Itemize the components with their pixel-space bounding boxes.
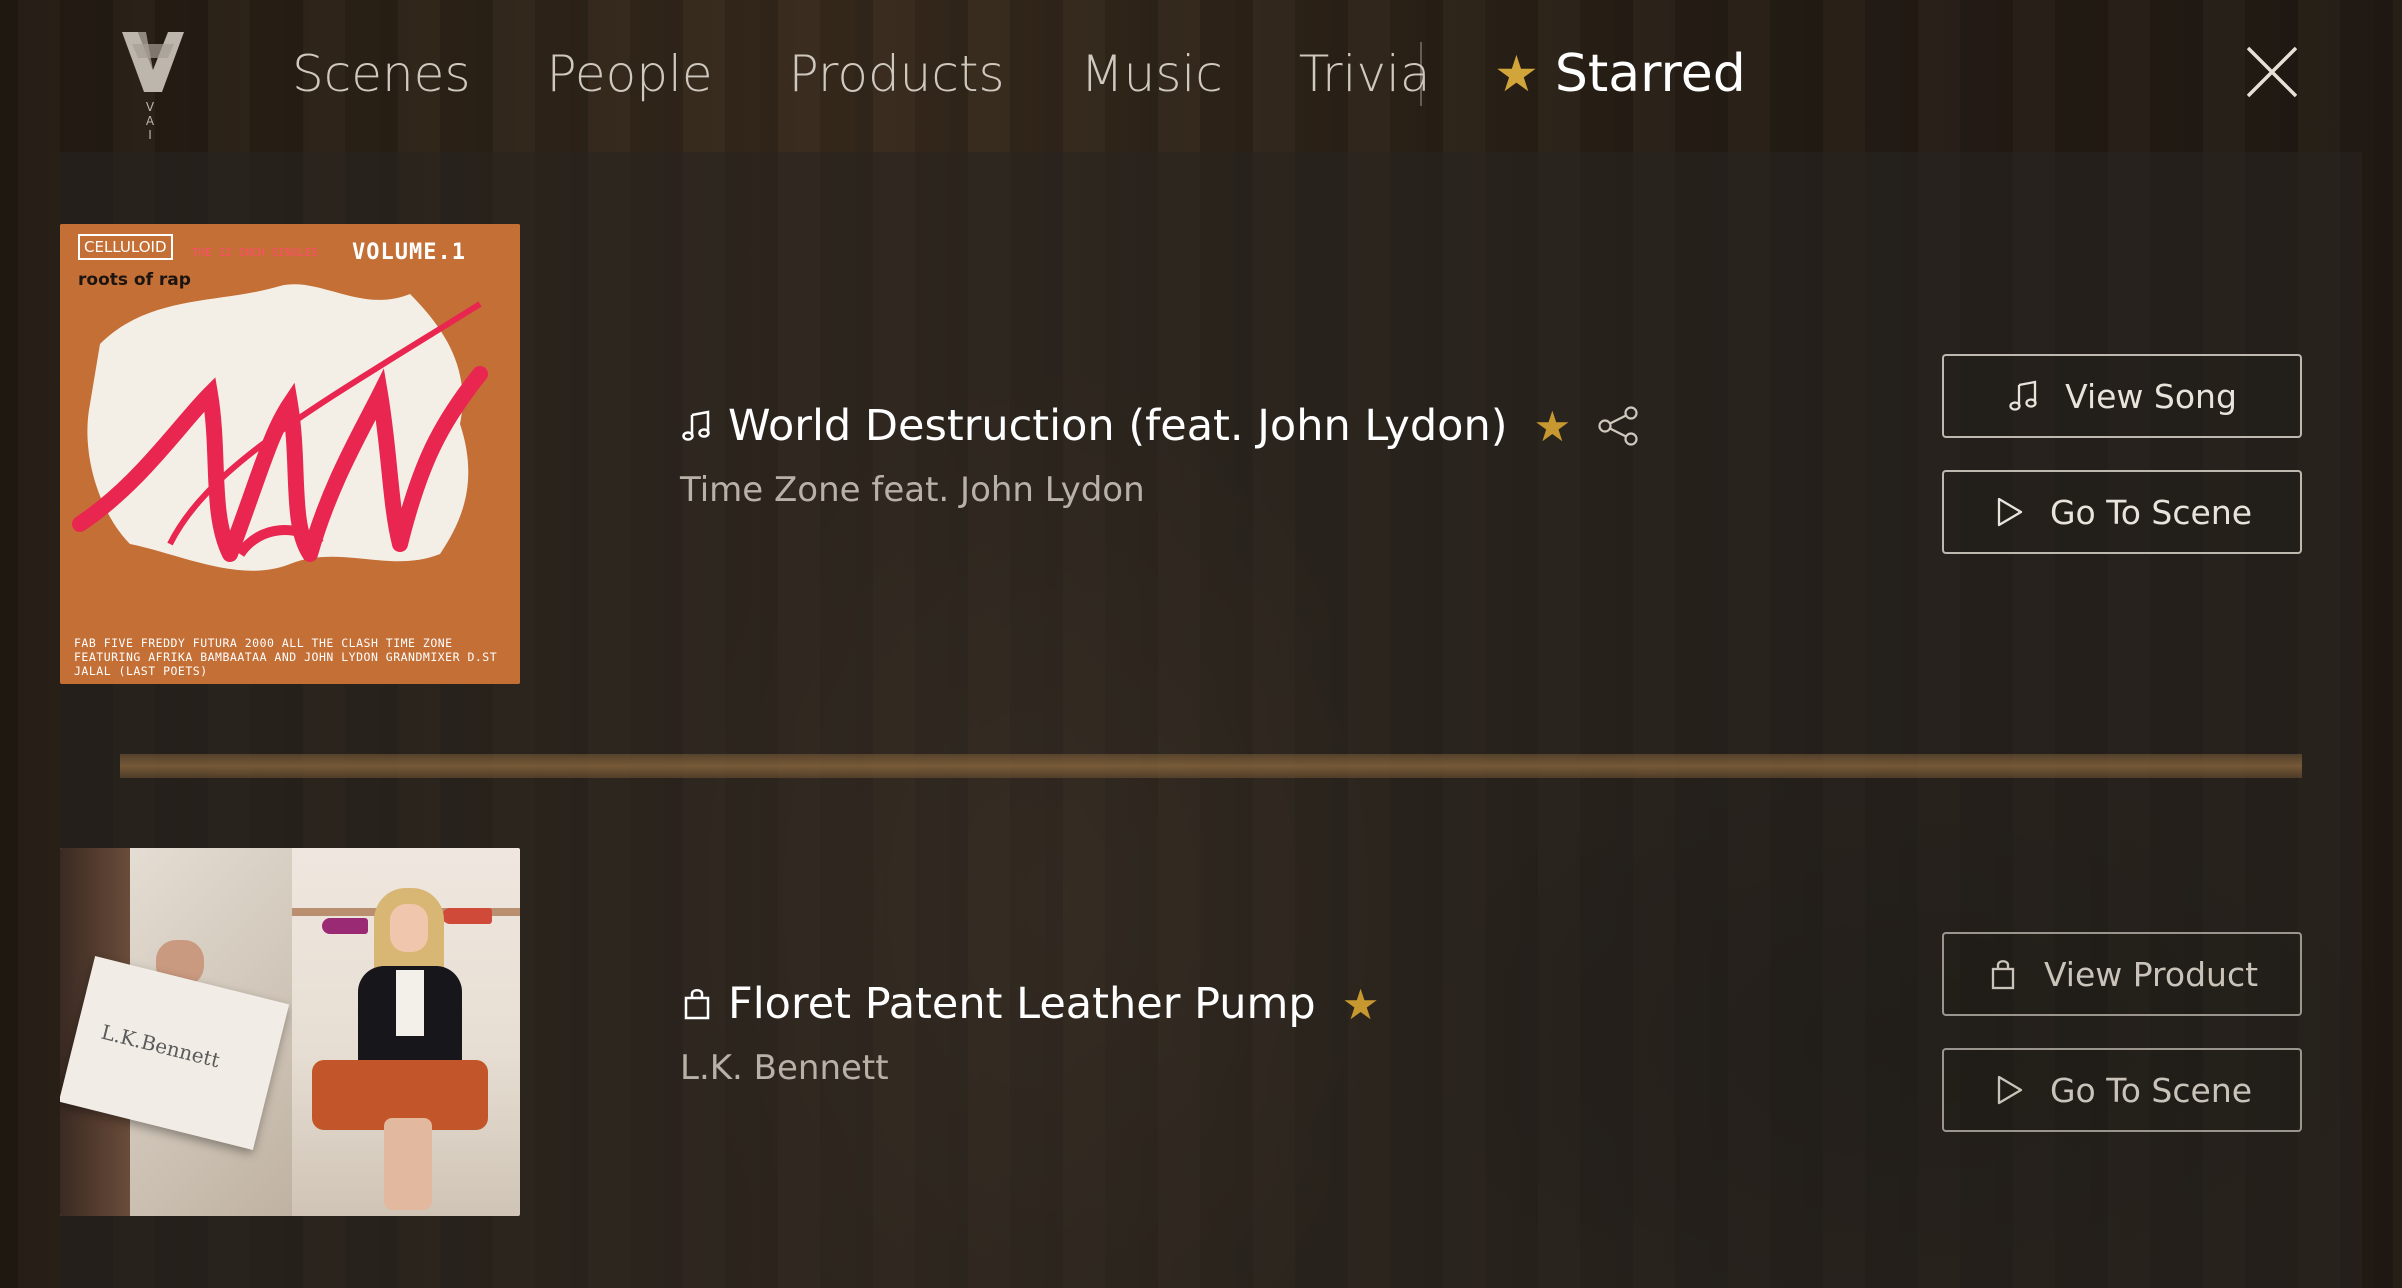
shopping-bag-icon bbox=[1986, 957, 2020, 991]
photo-shoe bbox=[322, 918, 368, 934]
item-title-row: World Destruction (feat. John Lydon) ★ bbox=[680, 396, 1641, 456]
play-icon bbox=[1992, 495, 2026, 529]
star-toggle-icon[interactable]: ★ bbox=[1534, 402, 1572, 451]
album-credits: FAB FIVE FREDDY FUTURA 2000 ALL THE CLAS… bbox=[74, 636, 498, 678]
album-art-graphic bbox=[60, 224, 520, 684]
starred-item-song: CELLULOID THE 12 INCH SINGLES VOLUME.1 r… bbox=[60, 224, 2302, 684]
top-nav-bar: V A I Scenes People Products Music Trivi… bbox=[0, 0, 2402, 150]
nav-divider bbox=[1420, 42, 1422, 106]
star-toggle-icon[interactable]: ★ bbox=[1342, 980, 1380, 1029]
close-icon bbox=[2246, 46, 2298, 98]
shopping-bag-icon bbox=[680, 987, 714, 1021]
album-label-badge: CELLULOID bbox=[78, 234, 173, 260]
go-to-scene-label: Go To Scene bbox=[2049, 1070, 2253, 1110]
item-separator bbox=[120, 754, 2302, 778]
photo-shoebox-scene: L.K.Bennett bbox=[60, 848, 292, 1216]
photo-seated-woman bbox=[292, 848, 520, 1216]
go-to-scene-label: Go To Scene bbox=[2049, 492, 2253, 532]
music-note-icon bbox=[680, 409, 714, 443]
photo-legs bbox=[384, 1118, 432, 1210]
tab-trivia[interactable]: Trivia bbox=[1299, 45, 1431, 103]
album-small-text: THE 12 INCH SINGLES bbox=[192, 246, 318, 259]
tab-scenes[interactable]: Scenes bbox=[292, 45, 471, 103]
logo-mark-icon bbox=[122, 32, 184, 92]
photo-shoe bbox=[442, 908, 492, 924]
song-title[interactable]: World Destruction (feat. John Lydon) bbox=[728, 401, 1508, 451]
star-icon: ★ bbox=[1494, 45, 1539, 103]
nav-tabs: Scenes People Products Music Trivia bbox=[292, 42, 1507, 106]
logo-letters: V A I bbox=[145, 100, 171, 142]
view-product-button[interactable]: View Product bbox=[1942, 932, 2302, 1016]
tab-starred[interactable]: ★ Starred bbox=[1494, 42, 1746, 106]
close-button[interactable] bbox=[2244, 44, 2300, 100]
product-photo: L.K.Bennett bbox=[60, 848, 520, 1216]
photo-shirt bbox=[396, 970, 424, 1036]
album-roots-text: roots of rap bbox=[78, 270, 191, 290]
product-title[interactable]: Floret Patent Leather Pump bbox=[728, 979, 1316, 1029]
music-note-icon bbox=[2007, 379, 2041, 413]
go-to-scene-button[interactable]: Go To Scene bbox=[1942, 1048, 2302, 1132]
starred-item-product: L.K.Bennett Floret Patent Leather Pump ★… bbox=[60, 848, 2302, 1216]
photo-face bbox=[390, 904, 428, 952]
view-product-label: View Product bbox=[2043, 954, 2259, 994]
product-brand: L.K. Bennett bbox=[680, 1048, 889, 1088]
app-logo[interactable]: V A I bbox=[118, 30, 188, 142]
song-artist: Time Zone feat. John Lydon bbox=[680, 470, 1145, 510]
tab-products[interactable]: Products bbox=[789, 45, 1005, 103]
item-info: Floret Patent Leather Pump ★ L.K. Bennet… bbox=[680, 974, 1379, 1088]
tab-music[interactable]: Music bbox=[1081, 45, 1223, 103]
album-volume: VOLUME.1 bbox=[352, 240, 466, 265]
item-title-row: Floret Patent Leather Pump ★ bbox=[680, 974, 1379, 1034]
item-info: World Destruction (feat. John Lydon) ★ T… bbox=[680, 396, 1641, 510]
view-song-label: View Song bbox=[2065, 376, 2237, 416]
view-song-button[interactable]: View Song bbox=[1942, 354, 2302, 438]
tab-starred-label: Starred bbox=[1554, 44, 1746, 104]
tab-people[interactable]: People bbox=[547, 45, 713, 103]
album-art-thumbnail[interactable]: CELLULOID THE 12 INCH SINGLES VOLUME.1 r… bbox=[60, 224, 520, 684]
go-to-scene-button[interactable]: Go To Scene bbox=[1942, 470, 2302, 554]
share-icon[interactable] bbox=[1595, 403, 1641, 449]
product-thumbnail[interactable]: L.K.Bennett bbox=[60, 848, 520, 1216]
album-cover: CELLULOID THE 12 INCH SINGLES VOLUME.1 r… bbox=[60, 224, 520, 684]
play-icon bbox=[1992, 1073, 2026, 1107]
